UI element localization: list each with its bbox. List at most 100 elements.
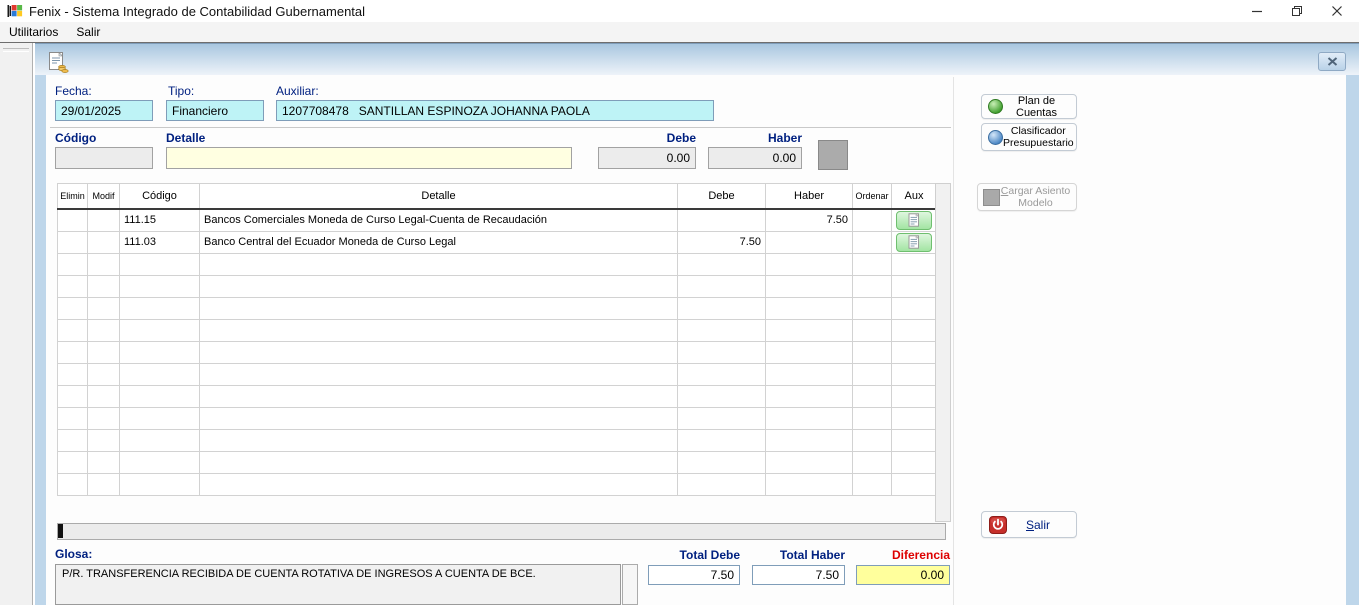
grid-body: 111.15Bancos Comerciales Moneda de Curso… [58, 209, 937, 495]
cell-haber[interactable] [766, 231, 853, 253]
haber-label: Haber [708, 131, 802, 145]
total-haber-value: 7.50 [752, 565, 845, 585]
empty-cell [853, 341, 892, 363]
grid-row[interactable]: 111.03Banco Central del Ecuador Moneda d… [58, 231, 937, 253]
empty-cell [678, 451, 766, 473]
grid-empty-row [58, 319, 937, 341]
cell-codigo[interactable]: 111.03 [120, 231, 200, 253]
restore-button[interactable] [1277, 0, 1317, 22]
empty-cell [853, 253, 892, 275]
menu-item-utilitarios[interactable]: Utilitarios [0, 23, 67, 41]
cell-eliminar[interactable] [58, 231, 88, 253]
cargar-label-line2: Modelo [1018, 197, 1052, 209]
empty-cell [88, 385, 120, 407]
power-icon [989, 516, 1007, 534]
fecha-label: Fecha: [55, 84, 92, 98]
empty-cell [892, 385, 937, 407]
glosa-scrollbar[interactable] [622, 564, 638, 605]
grid-empty-row [58, 473, 937, 495]
empty-cell [766, 253, 853, 275]
close-button[interactable] [1317, 0, 1357, 22]
empty-cell [892, 363, 937, 385]
cell-ordenar[interactable] [853, 231, 892, 253]
cell-debe[interactable]: 7.50 [678, 231, 766, 253]
mdi-side-panel [0, 43, 33, 605]
salir-label: Salir [1007, 518, 1069, 532]
cell-detalle[interactable]: Banco Central del Ecuador Moneda de Curs… [200, 231, 678, 253]
empty-cell [120, 275, 200, 297]
col-header-aux: Aux [892, 184, 937, 210]
cell-codigo[interactable]: 111.15 [120, 209, 200, 231]
auxiliar-input[interactable]: 1207708478 SANTILLAN ESPINOZA JOHANNA PA… [276, 100, 714, 121]
empty-cell [766, 429, 853, 451]
empty-cell [892, 473, 937, 495]
empty-cell [200, 429, 678, 451]
salir-button[interactable]: Salir [981, 511, 1077, 538]
empty-cell [892, 451, 937, 473]
plan-de-cuentas-label: Plan de Cuentas [1003, 95, 1070, 119]
empty-cell [678, 407, 766, 429]
clasificador-presupuestario-button[interactable]: Clasificador Presupuestario [981, 123, 1077, 151]
empty-cell [58, 253, 88, 275]
empty-cell [120, 297, 200, 319]
cell-haber[interactable]: 7.50 [766, 209, 853, 231]
codigo-entry-input[interactable] [55, 147, 153, 169]
cell-modificar[interactable] [88, 231, 120, 253]
empty-cell [88, 319, 120, 341]
empty-cell [88, 253, 120, 275]
panel-divider [953, 77, 954, 605]
entry-action-button[interactable] [818, 140, 848, 170]
debe-label: Debe [598, 131, 696, 145]
document-icon [908, 213, 920, 227]
child-close-button[interactable] [1318, 52, 1346, 71]
diferencia-value: 0.00 [856, 565, 950, 585]
empty-cell [766, 341, 853, 363]
grid-bottom-strip [57, 523, 946, 540]
grid-empty-row [58, 253, 937, 275]
fecha-input[interactable]: 29/01/2025 [55, 100, 153, 121]
plan-de-cuentas-button[interactable]: Plan de Cuentas [981, 94, 1077, 119]
panel-grip[interactable] [3, 48, 29, 52]
blue-sphere-icon [988, 130, 1003, 145]
empty-cell [58, 429, 88, 451]
cell-eliminar[interactable] [58, 209, 88, 231]
empty-cell [200, 341, 678, 363]
empty-cell [678, 319, 766, 341]
empty-cell [853, 407, 892, 429]
close-icon [1331, 5, 1343, 17]
cell-detalle[interactable]: Bancos Comerciales Moneda de Curso Legal… [200, 209, 678, 231]
empty-cell [678, 297, 766, 319]
cell-debe[interactable] [678, 209, 766, 231]
aux-row-button[interactable] [896, 233, 932, 252]
empty-cell [766, 363, 853, 385]
grid-vertical-scrollbar[interactable] [935, 183, 951, 522]
cell-ordenar[interactable] [853, 209, 892, 231]
haber-entry-input[interactable]: 0.00 [708, 147, 802, 169]
title-bar: Fenix - Sistema Integrado de Contabilida… [0, 0, 1359, 22]
grid-row[interactable]: 111.15Bancos Comerciales Moneda de Curso… [58, 209, 937, 231]
gray-square-icon [983, 189, 1000, 206]
empty-cell [892, 297, 937, 319]
empty-cell [892, 407, 937, 429]
empty-cell [120, 363, 200, 385]
minimize-button[interactable] [1237, 0, 1277, 22]
empty-cell [200, 407, 678, 429]
menu-item-salir[interactable]: Salir [67, 23, 109, 41]
clasificador-label-line1: Clasificador [1011, 125, 1066, 137]
cargar-label-line1: Cargar Asiento [1001, 185, 1070, 197]
grid-empty-row [58, 451, 937, 473]
empty-cell [120, 451, 200, 473]
debe-entry-input[interactable]: 0.00 [598, 147, 696, 169]
cargar-asiento-modelo-button[interactable]: Cargar Asiento Modelo [977, 183, 1077, 211]
empty-cell [88, 407, 120, 429]
tipo-input[interactable]: Financiero [166, 100, 264, 121]
glosa-textarea[interactable]: P/R. TRANSFERENCIA RECIBIDA DE CUENTA RO… [55, 564, 621, 605]
empty-cell [58, 297, 88, 319]
cell-modificar[interactable] [88, 209, 120, 231]
cell-aux [892, 231, 937, 253]
empty-cell [766, 319, 853, 341]
aux-row-button[interactable] [896, 211, 932, 230]
empty-cell [200, 297, 678, 319]
detalle-entry-input[interactable] [166, 147, 572, 169]
empty-cell [200, 275, 678, 297]
